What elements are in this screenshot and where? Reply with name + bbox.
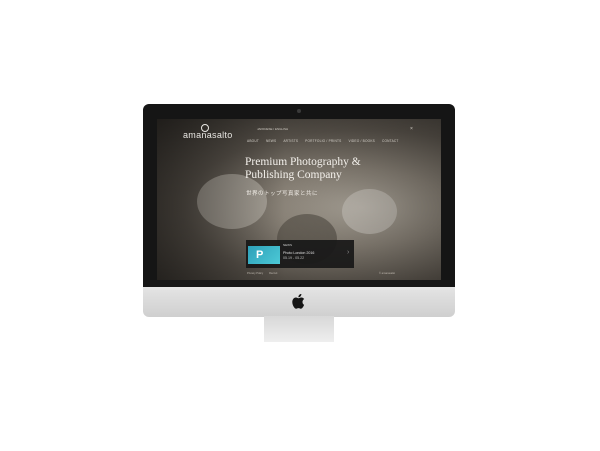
imac-mockup: amanasalto JAPANESE / ENGLISH × ABOUT NE…	[143, 104, 455, 317]
camera-icon	[297, 109, 301, 113]
apple-logo-icon	[292, 294, 305, 309]
nav-item-artists[interactable]: ARTISTS	[283, 139, 298, 143]
nav-item-news[interactable]: NEWS	[266, 139, 276, 143]
news-title: Photo London 2016	[283, 251, 315, 255]
footer-links: Privacy Policy Recruit	[247, 272, 277, 275]
news-thumbnail: P	[248, 246, 280, 264]
nav-item-video-books[interactable]: VIDEO / BOOKS	[348, 139, 375, 143]
close-icon[interactable]: ×	[410, 126, 413, 132]
imac-stand	[264, 316, 334, 342]
hero-headline: Premium Photography & Publishing Company	[245, 156, 420, 182]
news-date: 05.19 - 05.22	[283, 256, 305, 260]
site-logo[interactable]: amanasalto	[183, 130, 233, 140]
news-tag: NEWS	[283, 243, 292, 247]
hero-headline-line2: Publishing Company	[245, 169, 342, 181]
imac-chin	[143, 287, 455, 317]
footer-link-recruit[interactable]: Recruit	[269, 272, 277, 275]
copyright: © amanasalto	[379, 272, 396, 275]
hero-subtitle: 世界のトップ写真家と共に	[246, 191, 319, 197]
news-card[interactable]: P NEWS Photo London 2016 05.19 - 05.22 ›	[246, 240, 354, 268]
main-nav: ABOUT NEWS ARTISTS PORTFOLIO / PRINTS VI…	[247, 139, 399, 143]
nav-item-portfolio[interactable]: PORTFOLIO / PRINTS	[305, 139, 341, 143]
nav-item-about[interactable]: ABOUT	[247, 139, 259, 143]
nav-item-contact[interactable]: CONTACT	[382, 139, 399, 143]
footer-link-privacy[interactable]: Privacy Policy	[247, 272, 263, 275]
screen-bezel: amanasalto JAPANESE / ENGLISH × ABOUT NE…	[143, 104, 455, 287]
chevron-right-icon[interactable]: ›	[347, 249, 349, 256]
website-screen: amanasalto JAPANESE / ENGLISH × ABOUT NE…	[157, 119, 441, 280]
language-switch[interactable]: JAPANESE / ENGLISH	[257, 127, 288, 131]
hero-headline-line1: Premium Photography &	[245, 156, 361, 168]
news-thumbnail-letter: P	[256, 249, 264, 261]
